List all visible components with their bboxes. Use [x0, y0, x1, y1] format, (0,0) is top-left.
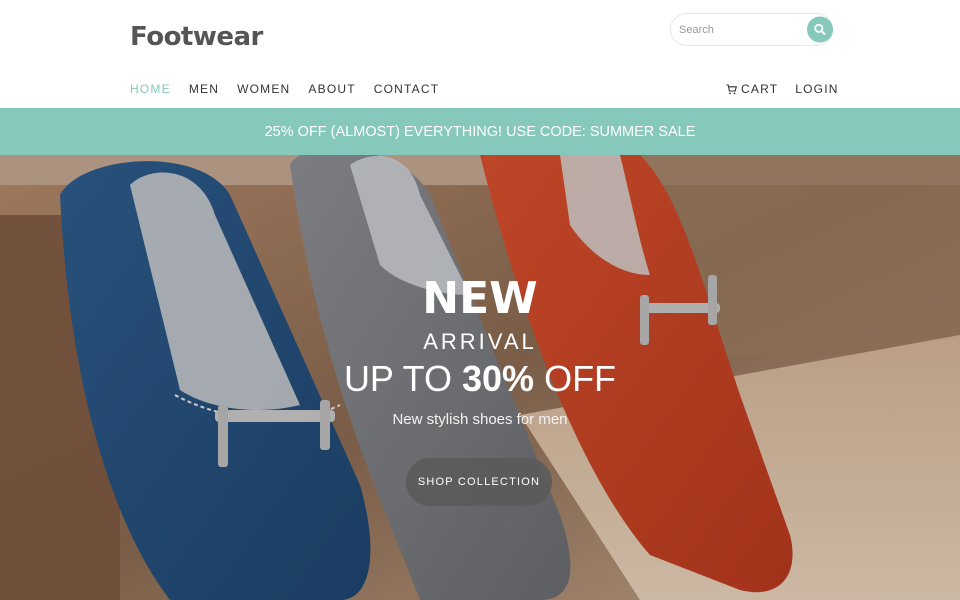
nav-contact[interactable]: CONTACT — [374, 82, 440, 96]
offer-prefix: UP TO — [343, 358, 462, 399]
search-icon — [807, 16, 833, 43]
cart-label: CART — [741, 82, 779, 96]
account-nav: CART LOGIN — [726, 82, 839, 96]
hero-offer: UP TO 30% OFF — [0, 358, 960, 400]
brand-logo[interactable]: Footwear — [130, 22, 263, 52]
search-input[interactable] — [679, 20, 799, 40]
nav-men[interactable]: MEN — [189, 82, 219, 96]
cart-link[interactable]: CART — [726, 82, 778, 96]
cart-icon — [726, 83, 737, 94]
promo-text: 25% OFF (ALMOST) EVERYTHING! USE CODE: S… — [264, 123, 696, 140]
hero-headline: NEW — [422, 273, 538, 324]
hero-banner: NEW ARRIVAL UP TO 30% OFF New stylish sh… — [0, 155, 960, 600]
offer-value: 30% — [462, 358, 535, 399]
search-button[interactable] — [807, 13, 833, 46]
login-link[interactable]: LOGIN — [795, 82, 838, 96]
promo-banner: 25% OFF (ALMOST) EVERYTHING! USE CODE: S… — [0, 108, 960, 155]
offer-suffix: OFF — [534, 358, 617, 399]
hero-tagline: New stylish shoes for men — [392, 411, 568, 428]
main-nav: HOME MEN WOMEN ABOUT CONTACT — [130, 82, 457, 96]
hero-content: NEW ARRIVAL UP TO 30% OFF New stylish sh… — [0, 155, 960, 600]
nav-about[interactable]: ABOUT — [308, 82, 355, 96]
hero-subheadline: ARRIVAL — [423, 329, 537, 354]
shop-collection-button[interactable]: SHOP COLLECTION — [406, 458, 552, 506]
site-header: Footwear HOME MEN WOMEN ABOUT CONTACT CA… — [0, 0, 960, 108]
nav-women[interactable]: WOMEN — [237, 82, 290, 96]
nav-home[interactable]: HOME — [130, 82, 171, 96]
